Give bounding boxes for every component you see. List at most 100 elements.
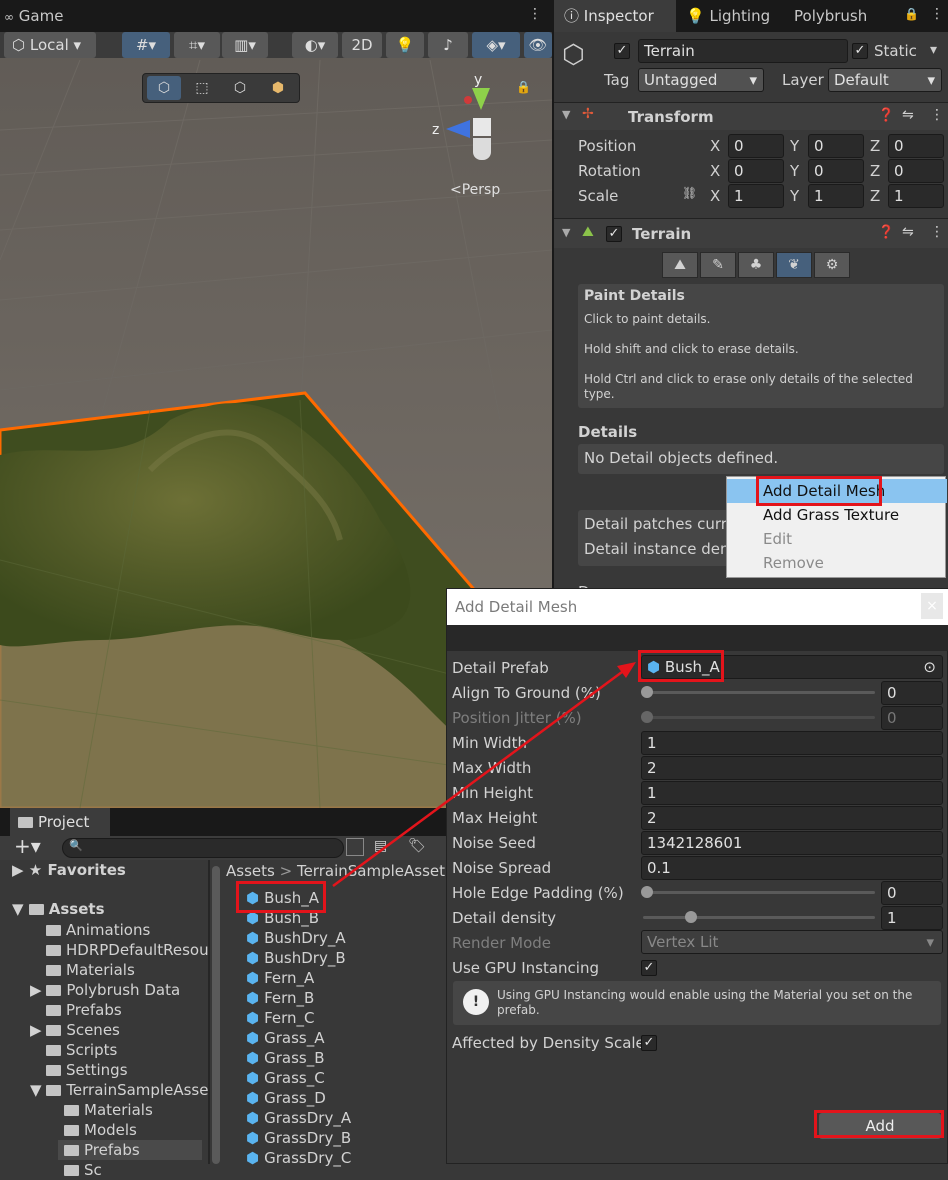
tab-lighting[interactable]: 💡 Lighting [686,0,770,32]
align-slider-knob[interactable] [641,686,653,698]
lock-icon[interactable]: 🔒 [904,7,919,21]
noise-seed-field[interactable]: 1342128601 [641,831,943,855]
tag-dropdown[interactable]: Untagged ▾ [638,68,764,92]
menu-edit[interactable]: Edit [727,527,947,551]
tab-inspector[interactable]: ⓘ Inspector [554,0,676,32]
hole-padding-knob[interactable] [641,886,653,898]
asset-file-item[interactable]: ⬢ GrassDry_A [246,1108,351,1128]
transform-scale-y-field[interactable]: 1 [808,184,864,208]
more-menu-icon[interactable]: ⋮ [528,6,542,22]
projection-label[interactable]: <Persp [450,182,500,198]
static-dropdown-icon[interactable]: ▾ [930,42,937,58]
density-knob[interactable] [685,911,697,923]
asset-file-item[interactable]: ⬢ BushDry_A [246,928,346,948]
axis-z-label[interactable]: Z [870,186,880,206]
asset-file-item[interactable]: ⬢ GrassDry_B [246,1128,351,1148]
align-slider[interactable] [643,691,875,694]
transform-rotation-x-field[interactable]: 0 [728,159,784,183]
terrain-settings-icon[interactable]: ⚙ [814,252,850,278]
favorites-item[interactable]: ▶ ★ Favorites [12,860,126,880]
transform-scale-x-field[interactable]: 1 [728,184,784,208]
transform-position-z-field[interactable]: 0 [888,134,944,158]
increment-snap-button[interactable]: ⌗▾ [174,32,220,58]
more-menu-icon[interactable]: ⋮ [930,107,944,123]
gizmo-y-cone[interactable] [472,88,490,110]
asset-file-item[interactable]: ⬢ Grass_C [246,1068,325,1088]
asset-file-item[interactable]: ⬢ Grass_D [246,1088,326,1108]
asset-file-item[interactable]: ⬢ GrassDry_C [246,1148,351,1168]
ruler-button[interactable]: ▥▾ [222,32,268,58]
gizmo-z-cone[interactable] [446,120,470,138]
density-slider[interactable] [643,916,875,919]
transform-header[interactable]: ▼ ✢ Transform ❓ ⇋ ⋮ [554,102,948,130]
object-picker-icon[interactable]: ⊙ [923,656,936,678]
lock-icon[interactable]: 🔒 [516,80,531,94]
project-scrollbar[interactable] [212,866,220,1164]
align-field[interactable]: 0 [881,681,943,705]
foldout-arrow-icon[interactable]: ▼ [562,108,570,121]
paint-details-tool-icon[interactable]: ❦ [776,252,812,278]
breadcrumb-assets[interactable]: Assets [226,862,275,880]
min-height-field[interactable]: 1 [641,781,943,805]
tree-subfolder-item[interactable]: Materials [64,1100,153,1120]
asset-file-item[interactable]: ⬢ Fern_A [246,968,314,988]
more-menu-icon[interactable]: ⋮ [930,6,944,22]
tree-folder-item[interactable]: ▼ TerrainSampleAsse [30,1080,208,1100]
paint-terrain-tool-icon[interactable]: ✎ [700,252,736,278]
axis-x-label[interactable]: X [710,136,720,156]
tree-folder-item[interactable]: ▶ Polybrush Data [30,980,180,1000]
transform-scale-z-field[interactable]: 1 [888,184,944,208]
axis-y-label[interactable]: Y [790,186,799,206]
axis-x-label[interactable]: X [710,186,720,206]
tree-subfolder-item[interactable]: Prefabs [58,1140,202,1160]
density-field[interactable]: 1 [881,906,943,930]
breadcrumb-terrain[interactable]: TerrainSampleAsset [297,862,445,880]
orientation-gizmo[interactable]: y z [428,70,528,170]
move-tool-icon[interactable]: ⬡ [147,76,181,100]
gizmo-center-cube[interactable] [473,118,491,136]
gizmo-red-dot[interactable] [464,96,472,104]
asset-file-item[interactable]: ⬢ Grass_B [246,1048,325,1068]
axis-z-label[interactable]: Z [870,136,880,156]
more-menu-icon[interactable]: ⋮ [930,224,944,240]
tree-folder-item[interactable]: Prefabs [46,1000,122,1020]
max-width-field[interactable]: 2 [641,756,943,780]
effects-toggle-icon[interactable]: ◈▾ [472,32,520,58]
pivot-icon[interactable]: ⬢ [261,76,295,100]
paint-trees-tool-icon[interactable]: ♣ [738,252,774,278]
asset-file-item[interactable]: ⬢ Fern_B [246,988,314,1008]
tree-folder-item[interactable]: Scripts [46,1040,117,1060]
object-name-field[interactable]: Terrain [638,39,848,63]
audio-toggle-icon[interactable]: ♪ [428,32,468,58]
preset-icon[interactable]: ⇋ [902,224,914,240]
transform-position-y-field[interactable]: 0 [808,134,864,158]
axis-z-label[interactable]: Z [870,161,880,181]
foldout-arrow-icon[interactable]: ▼ [562,226,570,239]
search-by-label-icon[interactable]: 🏷 [408,838,426,854]
tree-folder-item[interactable]: HDRPDefaultResou [46,940,209,960]
axis-y-label[interactable]: Y [790,161,799,181]
menu-add-grass-texture[interactable]: Add Grass Texture [727,503,947,527]
gpu-instancing-checkbox[interactable]: ✓ [641,960,657,976]
terrain-header[interactable]: ▼ ⛰ ✓ Terrain ❓ ⇋ ⋮ [554,218,948,248]
tree-folder-item[interactable]: ▶ Scenes [30,1020,120,1040]
gizmo-white-cone[interactable] [473,138,491,160]
transform-rotation-y-field[interactable]: 0 [808,159,864,183]
help-icon[interactable]: ❓ [878,225,894,240]
axis-x-label[interactable]: X [710,161,720,181]
tab-project[interactable]: Project [10,808,110,836]
toggle-2d-button[interactable]: 2D [342,32,382,58]
transform-rotation-z-field[interactable]: 0 [888,159,944,183]
tab-polybrush[interactable]: Polybrush [794,0,867,32]
hole-padding-slider[interactable] [643,891,875,894]
search-by-type-icon[interactable]: ▤ [374,838,387,854]
pivot-local-dropdown[interactable]: ⬡ Local ▾ [4,32,96,58]
max-height-field[interactable]: 2 [641,806,943,830]
create-terrain-tool-icon[interactable]: ⛰ [662,252,698,278]
affected-density-checkbox[interactable]: ✓ [641,1035,657,1051]
tree-folder-item[interactable]: Settings [46,1060,128,1080]
create-plus-button[interactable]: +▾ [14,834,41,858]
min-width-field[interactable]: 1 [641,731,943,755]
search-input[interactable]: 🔍 [62,838,344,858]
details-list[interactable]: No Detail objects defined. [578,444,944,474]
